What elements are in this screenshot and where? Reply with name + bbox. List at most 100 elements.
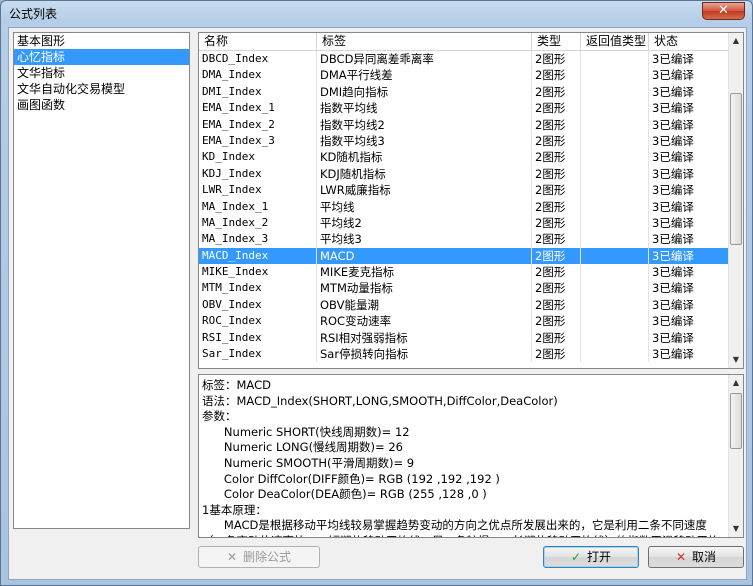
formula-type-cell: 2图形 xyxy=(532,116,581,133)
formula-name-cell: MTM_Index xyxy=(199,280,317,297)
formula-name-cell: OBV_Index xyxy=(199,296,317,314)
formula-return-type-cell xyxy=(581,198,649,215)
formula-return-type-cell xyxy=(581,67,649,84)
table-row[interactable]: MA_Index_3 平均线3 2图形 3已编译 xyxy=(199,231,730,248)
formula-return-type-cell xyxy=(581,182,649,199)
formula-return-type-cell xyxy=(581,346,649,363)
column-header-return-type[interactable]: 返回值类型 xyxy=(581,33,649,50)
formula-name-cell: EMA_Index_3 xyxy=(199,132,317,150)
formula-status-cell: 3已编译 xyxy=(649,83,730,101)
formula-name-cell: DMA_Index xyxy=(199,67,317,84)
formula-return-type-cell xyxy=(581,280,649,297)
table-row[interactable]: Sar_Index Sar停损转向指标 2图形 3已编译 xyxy=(199,346,730,363)
formula-name-cell: DBCD_Index xyxy=(199,51,317,68)
formula-label-cell: RSI相对强弱指标 xyxy=(317,329,532,347)
table-row[interactable]: EMA_Index_3 指数平均线3 2图形 3已编译 xyxy=(199,132,730,150)
open-button[interactable]: ✓ 打开 xyxy=(543,546,639,568)
formula-status-cell: 3已编译 xyxy=(649,116,730,133)
table-scrollbar[interactable]: ▲ ▼ xyxy=(728,33,743,368)
table-row[interactable]: MA_Index_1 平均线 2图形 3已编译 xyxy=(199,198,730,215)
formula-name-cell: KD_Index xyxy=(199,149,317,166)
column-header-label[interactable]: 标签 xyxy=(317,33,532,50)
column-header-status[interactable]: 状态 xyxy=(649,33,730,50)
scroll-thumb[interactable] xyxy=(730,93,742,245)
description-line: 语法：MACD_Index(SHORT,LONG,SMOOTH,DiffColo… xyxy=(202,393,558,408)
close-icon[interactable]: ✕ xyxy=(702,2,745,20)
description-line: Color DeaColor(DEA颜色)= RGB (255 ,128 ,0 … xyxy=(202,487,487,502)
table-row[interactable]: DMI_Index DMI趋向指标 2图形 3已编译 xyxy=(199,83,730,101)
table-row[interactable]: EMA_Index_1 指数平均线 2图形 3已编译 xyxy=(199,100,730,117)
column-header-name[interactable]: 名称 xyxy=(199,33,317,50)
formula-label-cell: OBV能量潮 xyxy=(317,296,532,314)
category-item[interactable]: 心忆指标 xyxy=(14,49,189,65)
description-scrollbar[interactable]: ▲ ▼ xyxy=(728,375,743,537)
formula-type-cell: 2图形 xyxy=(532,83,581,101)
scroll-thumb[interactable] xyxy=(730,393,742,449)
delete-formula-button[interactable]: ✕ 删除公式 xyxy=(198,546,320,568)
formula-name-cell: MIKE_Index xyxy=(199,264,317,281)
formula-type-cell: 2图形 xyxy=(532,346,581,363)
category-item[interactable]: 画图函数 xyxy=(14,97,189,113)
scroll-up-arrow-icon[interactable]: ▲ xyxy=(729,34,743,48)
table-row[interactable]: KDJ_Index KDJ随机指标 2图形 3已编译 xyxy=(199,165,730,183)
formula-name-cell: MA_Index_1 xyxy=(199,198,317,215)
open-button-label: 打开 xyxy=(587,550,612,564)
formula-return-type-cell xyxy=(581,231,649,248)
title-bar[interactable]: 公式列表 ✕ xyxy=(1,1,752,27)
formula-table[interactable]: 名称 标签 类型 返回值类型 状态 DBCD_Index DBCD异同离差乖离率 2… xyxy=(198,32,744,369)
formula-status-cell: 3已编译 xyxy=(649,165,730,183)
table-row[interactable]: EMA_Index_2 指数平均线2 2图形 3已编译 xyxy=(199,116,730,133)
formula-type-cell: 2图形 xyxy=(532,264,581,281)
description-text: 标签：MACD 语法：MACD_Index(SHORT,LONG,SMOOTH,D… xyxy=(202,378,727,537)
formula-label-cell: KDJ随机指标 xyxy=(317,165,532,183)
formula-label-cell: Sar停损转向指标 xyxy=(317,346,532,363)
scroll-down-arrow-icon[interactable]: ▼ xyxy=(729,522,743,536)
formula-status-cell: 3已编译 xyxy=(649,198,730,215)
scroll-up-arrow-icon[interactable]: ▲ xyxy=(729,376,743,390)
formula-type-cell: 2图形 xyxy=(532,165,581,183)
formula-status-cell: 3已编译 xyxy=(649,214,730,232)
cancel-x-icon: ✕ xyxy=(675,550,687,564)
category-list[interactable]: 基本图形 心忆指标 文华指标 文华自动化交易模型 画图函数 xyxy=(13,32,190,529)
scroll-down-arrow-icon[interactable]: ▼ xyxy=(729,353,743,367)
formula-label-cell: MTM动量指标 xyxy=(317,280,532,297)
formula-label-cell: KD随机指标 xyxy=(317,149,532,166)
table-row[interactable]: MA_Index_2 平均线2 2图形 3已编译 xyxy=(199,214,730,232)
table-rows: DBCD_Index DBCD异同离差乖离率 2图形 3已编译 DMA_Index DMA… xyxy=(199,51,730,363)
formula-name-cell: KDJ_Index xyxy=(199,165,317,183)
formula-return-type-cell xyxy=(581,247,649,265)
formula-status-cell: 3已编译 xyxy=(649,149,730,166)
table-row[interactable]: KD_Index KD随机指标 2图形 3已编译 xyxy=(199,149,730,166)
formula-label-cell: DMI趋向指标 xyxy=(317,83,532,101)
formula-description[interactable]: 标签：MACD 语法：MACD_Index(SHORT,LONG,SMOOTH,D… xyxy=(198,374,744,538)
category-item[interactable]: 基本图形 xyxy=(14,33,189,49)
formula-name-cell: DMI_Index xyxy=(199,83,317,101)
table-row[interactable]: RSI_Index RSI相对强弱指标 2图形 3已编译 xyxy=(199,329,730,347)
formula-name-cell: RSI_Index xyxy=(199,329,317,347)
formula-name-cell: LWR_Index xyxy=(199,182,317,199)
formula-name-cell: EMA_Index_1 xyxy=(199,100,317,117)
category-item[interactable]: 文华指标 xyxy=(14,65,189,81)
formula-type-cell: 2图形 xyxy=(532,51,581,68)
formula-label-cell: 平均线 xyxy=(317,198,532,215)
formula-name-cell: MACD_Index xyxy=(199,247,317,265)
table-row[interactable]: OBV_Index OBV能量潮 2图形 3已编译 xyxy=(199,296,730,314)
dialog-client: 基本图形 心忆指标 文华指标 文华自动化交易模型 画图函数 名称 标签 类型 返回值类型… xyxy=(8,27,747,580)
formula-name-cell: EMA_Index_2 xyxy=(199,116,317,133)
column-header-type[interactable]: 类型 xyxy=(532,33,581,50)
table-row[interactable]: LWR_Index LWR威廉指标 2图形 3已编译 xyxy=(199,182,730,199)
cancel-button[interactable]: ✕ 取消 xyxy=(648,546,744,568)
category-item[interactable]: 文华自动化交易模型 xyxy=(14,81,189,97)
table-row[interactable]: ROC_Index ROC变动速率 2图形 3已编译 xyxy=(199,313,730,330)
table-row[interactable]: MIKE_Index MIKE麦克指标 2图形 3已编译 xyxy=(199,264,730,281)
table-row[interactable]: DMA_Index DMA平行线差 2图形 3已编译 xyxy=(199,67,730,84)
formula-status-cell: 3已编译 xyxy=(649,264,730,281)
table-row[interactable]: MACD_Index MACD 2图形 3已编译 xyxy=(199,247,730,265)
formula-label-cell: 指数平均线3 xyxy=(317,132,532,150)
formula-status-cell: 3已编译 xyxy=(649,182,730,199)
description-line: 标签：MACD xyxy=(202,378,271,392)
formula-type-cell: 2图形 xyxy=(532,247,581,265)
table-row[interactable]: MTM_Index MTM动量指标 2图形 3已编译 xyxy=(199,280,730,297)
table-row[interactable]: DBCD_Index DBCD异同离差乖离率 2图形 3已编译 xyxy=(199,51,730,68)
formula-type-cell: 2图形 xyxy=(532,214,581,232)
